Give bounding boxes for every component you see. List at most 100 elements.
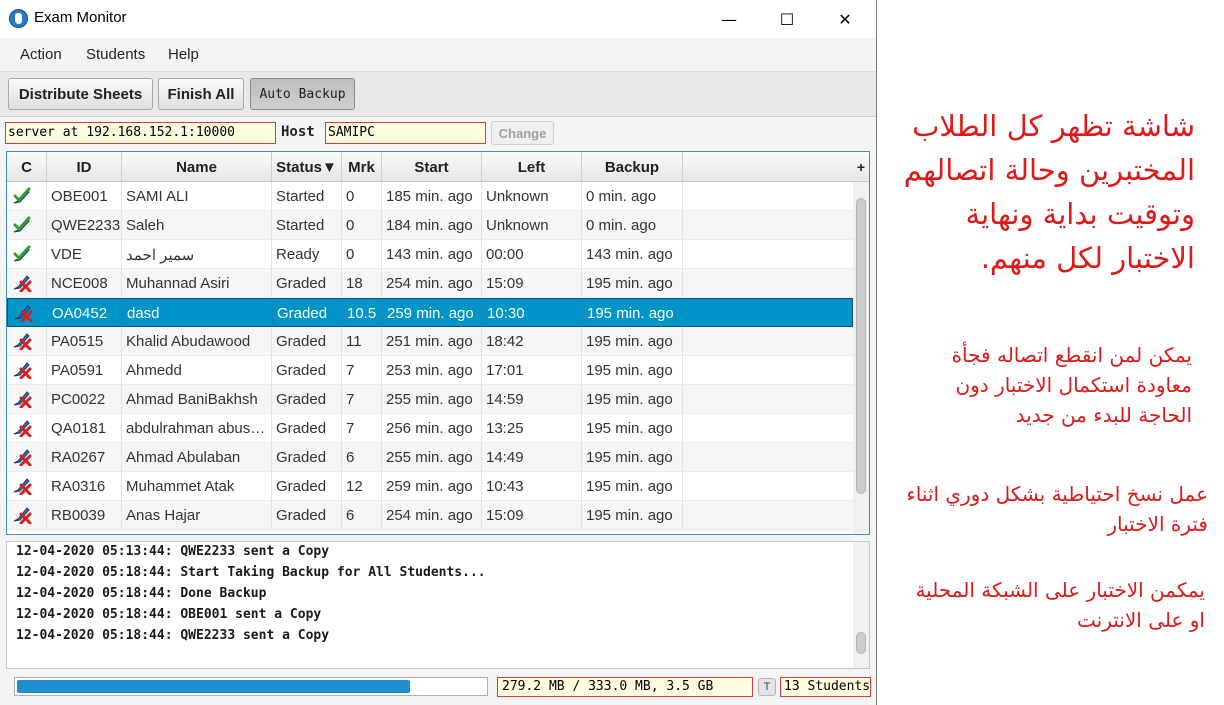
connection-cell bbox=[7, 356, 47, 385]
annotation-reconnect: يمكن لمن انقطع اتصاله فجأة معاودة استكما… bbox=[951, 343, 1192, 427]
table-row[interactable]: QA0181 abdulrahman abus… Graded 7 256 min. a… bbox=[7, 414, 853, 443]
connection-cell bbox=[7, 443, 47, 472]
column-mark[interactable]: Mrk bbox=[342, 152, 382, 182]
activity-log: 12-04-2020 05:13:44: QWE2233 sent a Copy… bbox=[6, 541, 870, 669]
student-time-left-cell: 15:09 bbox=[482, 269, 582, 298]
student-status-cell: Started bbox=[272, 182, 342, 211]
student-start-cell: 259 min. ago bbox=[383, 299, 483, 328]
disconnected-x-icon bbox=[13, 304, 33, 323]
log-entry: 12-04-2020 05:18:44: Done Backup bbox=[16, 586, 267, 601]
server-address-field[interactable]: server at 192.168.152.1:10000 bbox=[5, 122, 276, 144]
student-backup-cell: 195 min. ago bbox=[582, 501, 683, 530]
table-row[interactable]: VDE سمير احمد Ready 0 143 min. ago 00:00 143 m… bbox=[7, 240, 853, 269]
student-status-cell: Graded bbox=[272, 414, 342, 443]
window-title: Exam Monitor bbox=[34, 9, 127, 26]
student-backup-cell: 195 min. ago bbox=[582, 327, 683, 356]
table-row[interactable]: RA0267 Ahmad Abulaban Graded 6 255 min. ago 1… bbox=[7, 443, 853, 472]
student-start-cell: 256 min. ago bbox=[382, 414, 482, 443]
student-mark-cell: 0 bbox=[342, 182, 382, 211]
students-table[interactable]: C ID Name Status▼ Mrk Start Left Backup … bbox=[6, 151, 870, 535]
menu-help[interactable]: Help bbox=[168, 46, 199, 63]
column-id[interactable]: ID bbox=[47, 152, 122, 182]
host-name-field[interactable]: SAMIPC bbox=[325, 122, 486, 144]
disconnected-x-icon bbox=[12, 274, 32, 293]
menu-students[interactable]: Students bbox=[86, 46, 145, 63]
connection-cell bbox=[7, 414, 47, 443]
annotation-periodic-backup: عمل نسخ احتياطية بشكل دوري اثناء فترة ال… bbox=[906, 482, 1208, 536]
table-scrollbar-thumb[interactable] bbox=[856, 198, 866, 494]
table-row[interactable]: OBE001 SAMI ALI Started 0 185 min. ago Unknow… bbox=[7, 182, 853, 211]
student-backup-cell: 195 min. ago bbox=[582, 472, 683, 501]
toolbar: Distribute Sheets Finish All Auto Backup bbox=[0, 71, 876, 117]
student-id-cell: NCE008 bbox=[47, 269, 122, 298]
progress-fill bbox=[17, 680, 410, 693]
student-status-cell: Graded bbox=[272, 501, 342, 530]
finish-all-button[interactable]: Finish All bbox=[158, 78, 244, 110]
table-row[interactable]: QWE2233 Saleh Started 0 184 min. ago Unknown 0… bbox=[7, 211, 853, 240]
student-time-left-cell: 17:01 bbox=[482, 356, 582, 385]
student-start-cell: 259 min. ago bbox=[382, 472, 482, 501]
student-backup-cell: 195 min. ago bbox=[582, 385, 683, 414]
maximize-button[interactable]: ☐ bbox=[758, 0, 816, 38]
menu-bar: Action Students Help bbox=[0, 38, 876, 71]
table-row[interactable]: PA0515 Khalid Abudawood Graded 11 251 min. a… bbox=[7, 327, 853, 356]
connection-cell bbox=[8, 299, 48, 328]
column-backup[interactable]: Backup bbox=[582, 152, 683, 182]
connection-cell bbox=[7, 385, 47, 414]
table-row[interactable]: OA0452 dasd Graded 10.5 259 min. ago 10:30 195… bbox=[7, 298, 853, 328]
student-mark-cell: 11 bbox=[342, 327, 382, 356]
student-name-cell: Ahmedd bbox=[122, 356, 272, 385]
log-scrollbar-thumb[interactable] bbox=[856, 632, 866, 654]
student-status-cell: Ready bbox=[272, 240, 342, 269]
disk-usage-field: 279.2 MB / 333.0 MB, 3.5 GB bbox=[497, 677, 753, 697]
table-row[interactable]: RB0039 Anas Hajar Graded 6 254 min. ago 15:09… bbox=[7, 501, 853, 530]
student-id-cell: OBE001 bbox=[47, 182, 122, 211]
student-name-cell: Khalid Abudawood bbox=[122, 327, 272, 356]
student-backup-cell: 0 min. ago bbox=[582, 211, 683, 240]
exam-monitor-window: Exam Monitor — ☐ ✕ Action Students Help … bbox=[0, 0, 877, 705]
student-mark-cell: 0 bbox=[342, 240, 382, 269]
table-scrollbar[interactable] bbox=[853, 182, 869, 534]
student-status-cell: Started bbox=[272, 211, 342, 240]
table-row[interactable]: NCE008 Muhannad Asiri Graded 18 254 min. ago… bbox=[7, 269, 853, 298]
annotation-network: يمكمن الاختبار على الشبكة المحلية او على… bbox=[915, 578, 1205, 632]
disconnected-x-icon bbox=[12, 448, 32, 467]
column-status[interactable]: Status▼ bbox=[272, 152, 342, 182]
student-name-cell: سمير احمد bbox=[122, 240, 272, 269]
student-start-cell: 185 min. ago bbox=[382, 182, 482, 211]
log-scrollbar[interactable] bbox=[853, 542, 869, 668]
connected-check-icon bbox=[12, 216, 32, 234]
table-row[interactable]: PC0022 Ahmad BaniBakhsh Graded 7 255 min. ag… bbox=[7, 385, 853, 414]
column-name[interactable]: Name bbox=[122, 152, 272, 182]
student-status-cell: Graded bbox=[272, 269, 342, 298]
menu-action[interactable]: Action bbox=[20, 46, 62, 63]
column-left[interactable]: Left bbox=[482, 152, 582, 182]
connection-cell bbox=[7, 211, 47, 240]
student-mark-cell: 6 bbox=[342, 443, 382, 472]
distribute-sheets-button[interactable]: Distribute Sheets bbox=[8, 78, 153, 110]
student-mark-cell: 12 bbox=[342, 472, 382, 501]
auto-backup-toggle[interactable]: Auto Backup bbox=[250, 78, 355, 110]
disconnected-x-icon bbox=[12, 477, 32, 496]
student-id-cell: RB0039 bbox=[47, 501, 122, 530]
column-connection[interactable]: C bbox=[7, 152, 47, 182]
app-logo-icon bbox=[9, 9, 28, 28]
close-button[interactable]: ✕ bbox=[816, 0, 874, 38]
minimize-button[interactable]: — bbox=[700, 0, 758, 38]
t-button[interactable]: T bbox=[758, 678, 776, 696]
connection-cell bbox=[7, 240, 47, 269]
add-column-button[interactable]: + bbox=[853, 152, 869, 182]
student-status-cell: Graded bbox=[272, 472, 342, 501]
table-row[interactable]: PA0591 Ahmedd Graded 7 253 min. ago 17:01 195 … bbox=[7, 356, 853, 385]
student-id-cell: QWE2233 bbox=[47, 211, 122, 240]
student-id-cell: RA0316 bbox=[47, 472, 122, 501]
disconnected-x-icon bbox=[12, 419, 32, 438]
table-row[interactable]: RA0316 Muhammet Atak Graded 12 259 min. ago 1… bbox=[7, 472, 853, 501]
disconnected-x-icon bbox=[12, 390, 32, 409]
student-time-left-cell: 10:43 bbox=[482, 472, 582, 501]
column-start[interactable]: Start bbox=[382, 152, 482, 182]
student-mark-cell: 6 bbox=[342, 501, 382, 530]
student-status-cell: Graded bbox=[272, 385, 342, 414]
student-time-left-cell: 14:49 bbox=[482, 443, 582, 472]
change-button[interactable]: Change bbox=[491, 121, 554, 145]
